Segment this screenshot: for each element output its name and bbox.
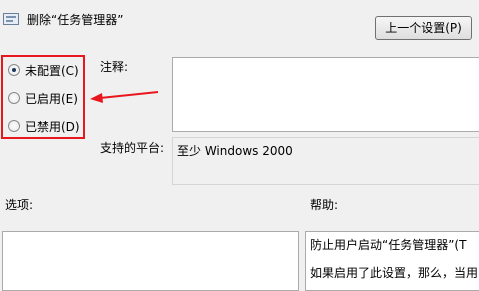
options-label: 选项: — [5, 198, 34, 212]
policy-icon — [3, 13, 19, 25]
radio-disabled-label: 已禁用(D) — [25, 120, 80, 134]
comment-input[interactable] — [172, 57, 479, 132]
supported-platform-label: 支持的平台: — [100, 141, 165, 155]
radio-enabled-label: 已启用(E) — [25, 92, 78, 106]
radio-enabled-dot[interactable] — [8, 92, 20, 104]
previous-setting-button[interactable]: 上一个设置(P) — [375, 16, 472, 40]
help-label: 帮助: — [310, 198, 339, 212]
radio-disabled-dot[interactable] — [8, 120, 20, 132]
dialog-title: 删除“任务管理器” — [27, 13, 124, 27]
radio-not-configured-label: 未配置(C) — [25, 64, 79, 78]
help-text-line: 如果启用了此设置，那么，当用 — [310, 266, 479, 280]
help-text-panel: 防止用户启动“任务管理器”(T 如果启用了此设置，那么，当用 — [305, 231, 479, 291]
radio-not-configured-dot[interactable] — [8, 64, 20, 76]
options-panel — [2, 231, 299, 291]
help-text-line: 防止用户启动“任务管理器”(T — [310, 238, 467, 252]
supported-platform-value: 至少 Windows 2000 — [172, 137, 479, 185]
comment-label: 注释: — [100, 60, 129, 74]
annotation-arrow-icon — [90, 91, 159, 103]
